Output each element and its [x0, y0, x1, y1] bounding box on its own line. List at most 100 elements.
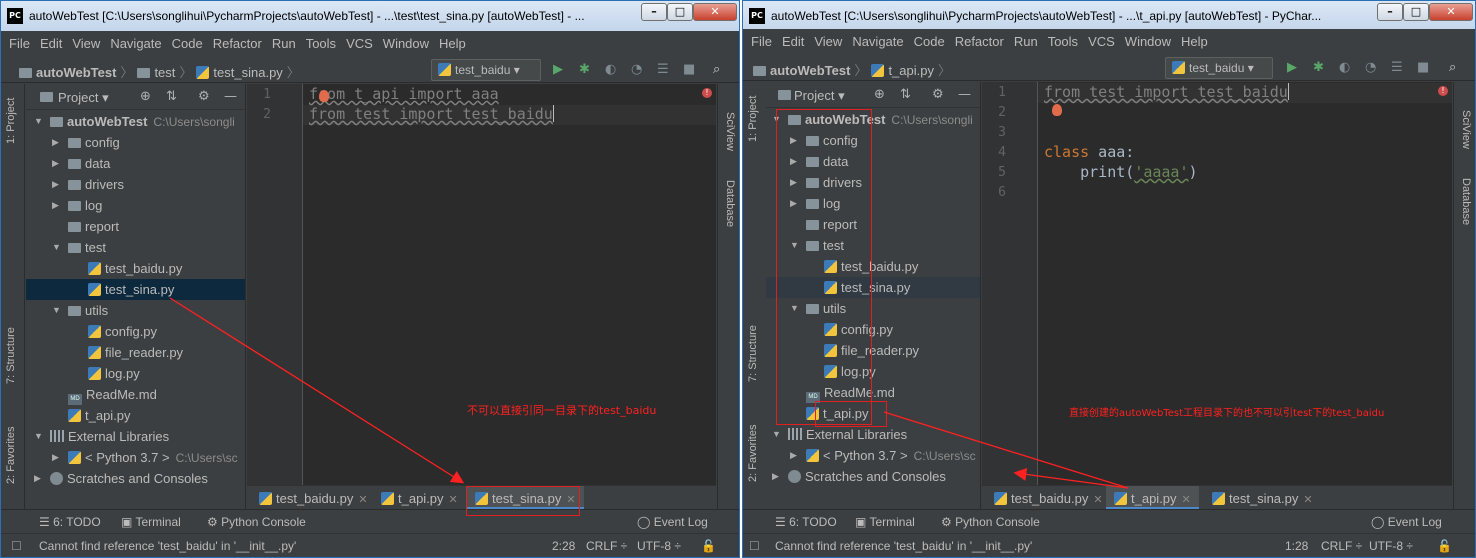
tool-sciview-tab[interactable]: SciView	[1460, 110, 1472, 149]
menu-navigate[interactable]: Navigate	[105, 31, 166, 51]
python-console-button[interactable]: ⚙ Python Console	[207, 515, 306, 529]
tab-test-baidu[interactable]: test_baidu.py ✕	[986, 486, 1111, 510]
caret-position[interactable]: 2:28	[552, 539, 575, 553]
breadcrumb-project[interactable]: autoWebTest	[36, 65, 116, 80]
menu-help[interactable]: Help	[434, 31, 471, 51]
breadcrumb-folder[interactable]: test	[154, 65, 175, 80]
menu-vcs[interactable]: VCS	[341, 31, 378, 51]
menu-edit[interactable]: Edit	[777, 29, 809, 49]
tool-project-tab[interactable]: 1: Project	[747, 96, 759, 142]
profile-icon[interactable]: ◔	[631, 63, 642, 77]
tree-item-t-api[interactable]: t_api.py	[26, 405, 245, 426]
menu-window[interactable]: Window	[1120, 29, 1176, 49]
close-icon[interactable]: ✕	[1093, 494, 1102, 506]
tab-test-sina[interactable]: test_sina.py ✕	[1204, 486, 1321, 510]
status-toggle-icon[interactable]: ☐	[749, 539, 760, 553]
search-icon[interactable]: ⌕	[713, 63, 720, 77]
tab-test-baidu[interactable]: test_baidu.py ✕	[251, 486, 376, 510]
tool-sciview-tab[interactable]: SciView	[724, 112, 736, 151]
breadcrumb-file[interactable]: test_sina.py	[213, 65, 282, 80]
breadcrumb-file[interactable]: t_api.py	[888, 63, 934, 78]
profile-icon[interactable]: ◔	[1365, 61, 1376, 75]
bulb-icon[interactable]	[1052, 104, 1062, 116]
menu-view[interactable]: View	[67, 31, 105, 51]
tool-database-tab[interactable]: Database	[1460, 178, 1472, 225]
menu-refactor[interactable]: Refactor	[950, 29, 1009, 49]
maximize-button[interactable]: □	[667, 3, 693, 21]
status-toggle-icon[interactable]: ☐	[11, 539, 22, 553]
close-button[interactable]: ✕	[1429, 3, 1473, 21]
hide-icon[interactable]: —	[224, 89, 237, 104]
tree-item-readme[interactable]: MD ReadMe.md	[26, 384, 245, 405]
collapse-icon[interactable]: ⇅	[900, 87, 911, 102]
line-separator[interactable]: CRLF ÷	[1321, 539, 1362, 553]
tool-structure-tab[interactable]: 7: Structure	[5, 327, 17, 384]
run-icon[interactable]: ▶	[1287, 61, 1297, 75]
menu-help[interactable]: Help	[1176, 29, 1213, 49]
menu-tools[interactable]: Tools	[301, 31, 341, 51]
terminal-button[interactable]: ▣ Terminal	[121, 515, 181, 529]
collapse-icon[interactable]: ⇅	[166, 89, 177, 104]
project-view-select[interactable]: Project ▾	[58, 90, 109, 106]
maximize-button[interactable]: □	[1403, 3, 1429, 21]
menu-code[interactable]: Code	[167, 31, 208, 51]
lock-icon[interactable]: 🔓	[1437, 539, 1452, 553]
tree-item-python[interactable]: ▶ < Python 3.7 > C:\Users\sc	[766, 445, 980, 466]
gear-icon[interactable]: ⚙	[198, 89, 210, 104]
tree-item-external-libraries[interactable]: ▼ External Libraries	[766, 424, 980, 445]
menu-view[interactable]: View	[809, 29, 847, 49]
menu-run[interactable]: Run	[267, 31, 301, 51]
tool-structure-tab[interactable]: 7: Structure	[747, 325, 759, 382]
tree-item-scratches[interactable]: ▶ Scratches and Consoles	[766, 466, 980, 487]
menu-edit[interactable]: Edit	[35, 31, 67, 51]
tree-item-log-py[interactable]: log.py	[26, 363, 245, 384]
close-icon[interactable]: ✕	[1182, 494, 1191, 506]
menu-run[interactable]: Run	[1009, 29, 1043, 49]
debug-icon[interactable]: ✱	[579, 63, 590, 77]
menu-tools[interactable]: Tools	[1043, 29, 1083, 49]
todo-button[interactable]: ☰ 6: TODO	[39, 515, 101, 529]
close-icon[interactable]: ✕	[449, 494, 458, 506]
event-log-button[interactable]: ◯ Event Log	[637, 515, 708, 529]
bulb-icon[interactable]	[319, 90, 329, 102]
menu-file[interactable]: File	[1, 31, 35, 51]
breadcrumb-project[interactable]: autoWebTest	[770, 63, 850, 78]
run-config-select[interactable]: test_baidu ▾	[1165, 57, 1273, 79]
hide-icon[interactable]: —	[958, 87, 971, 102]
terminal-button[interactable]: ▣ Terminal	[855, 515, 915, 529]
tab-t-api[interactable]: t_api.py ✕	[373, 486, 466, 510]
debug-icon[interactable]: ✱	[1313, 61, 1324, 75]
tree-item-log[interactable]: ▶ log	[26, 195, 245, 216]
search-icon[interactable]: ⌕	[1449, 61, 1456, 75]
file-encoding[interactable]: UTF-8 ÷	[637, 539, 681, 553]
stop-icon[interactable]: ■	[1417, 61, 1429, 75]
run-icon[interactable]: ▶	[553, 63, 563, 77]
tree-item-external-libraries[interactable]: ▼ External Libraries	[26, 426, 245, 447]
coverage-icon[interactable]: ◐	[1339, 61, 1350, 75]
tool-favorites-tab[interactable]: 2: Favorites	[747, 425, 759, 482]
tree-item-scratches[interactable]: ▶ Scratches and Consoles	[26, 468, 245, 489]
close-button[interactable]: ✕	[693, 3, 737, 21]
gear-icon[interactable]: ⚙	[932, 87, 944, 102]
project-view-select[interactable]: Project ▾	[794, 88, 845, 104]
tool-favorites-tab[interactable]: 2: Favorites	[5, 427, 17, 484]
menu-navigate[interactable]: Navigate	[847, 29, 908, 49]
locate-icon[interactable]: ⊕	[140, 89, 151, 104]
event-log-button[interactable]: ◯ Event Log	[1371, 515, 1442, 529]
close-icon[interactable]: ✕	[358, 494, 367, 506]
error-indicator-icon[interactable]: !	[702, 88, 712, 98]
menu-file[interactable]: File	[743, 29, 777, 49]
todo-button[interactable]: ☰ 6: TODO	[775, 515, 837, 529]
tree-item-config[interactable]: ▶ config	[26, 132, 245, 153]
stop-icon[interactable]: ■	[683, 63, 695, 77]
tree-item-test[interactable]: ▼ test	[26, 237, 245, 258]
tree-item-test-baidu[interactable]: test_baidu.py	[26, 258, 245, 279]
menu-refactor[interactable]: Refactor	[208, 31, 267, 51]
tree-item-test-sina[interactable]: test_sina.py	[26, 279, 245, 300]
concurrency-icon[interactable]: ☰	[1391, 61, 1403, 75]
locate-icon[interactable]: ⊕	[874, 87, 885, 102]
tree-item-data[interactable]: ▶ data	[26, 153, 245, 174]
menu-window[interactable]: Window	[378, 31, 434, 51]
tree-item-file-reader[interactable]: file_reader.py	[26, 342, 245, 363]
tree-item-report[interactable]: report	[26, 216, 245, 237]
